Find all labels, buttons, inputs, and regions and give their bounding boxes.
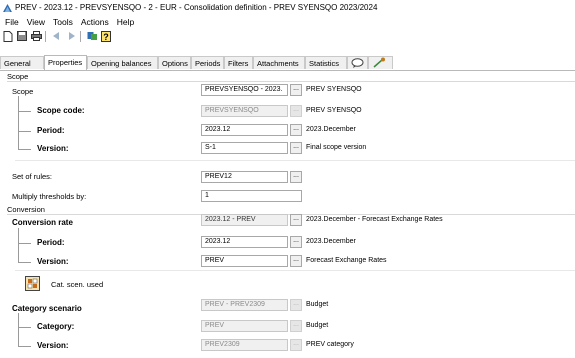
tab-properties[interactable]: Properties [44,55,87,70]
tab-opening-balances[interactable]: Opening balances [87,56,158,69]
tree-connector [18,111,31,112]
set-of-rules-field[interactable]: PREV12 [201,171,288,183]
tree-connector [18,243,31,244]
title-bar: PREV - 2023.12 - PREVSYENSQO - 2 - EUR -… [0,0,575,15]
scope-group-title: Scope [7,72,29,81]
scope-description: PREV SYENSQO [306,86,362,93]
toolbar-separator [80,30,81,42]
category-browse-button: ... [290,320,302,332]
toolbar: ? [0,29,112,43]
consolidation-icon[interactable] [86,30,98,42]
conversion-version-description: Forecast Exchange Rates [306,257,387,264]
category-version-description: PREV category [306,341,354,348]
app-icon [3,3,12,12]
category-version-field: PREV2309 [201,339,288,351]
back-arrow-icon[interactable] [51,30,63,42]
scope-version-label: Version: [37,144,69,153]
scope-version-description: Final scope version [306,144,367,151]
window-title: PREV - 2023.12 - PREVSYENSQO - 2 - EUR -… [15,3,378,12]
forward-arrow-icon[interactable] [65,30,77,42]
conversion-rate-field: 2023.12 - PREV [201,214,288,226]
category-version-label: Version: [37,341,69,350]
category-scenario-browse-button: ... [290,299,302,311]
scope-version-browse-button[interactable]: ... [290,142,302,154]
menu-bar: File View Tools Actions Help [0,15,137,29]
tab-filters[interactable]: Filters [224,56,253,69]
print-icon[interactable] [30,30,42,42]
menu-file[interactable]: File [5,17,19,27]
scope-period-browse-button[interactable]: ... [290,124,302,136]
tree-connector [18,131,31,132]
divider [7,81,575,82]
conversion-version-label: Version: [37,257,69,266]
conversion-period-description: 2023.December [306,238,356,245]
conversion-version-field[interactable]: PREV [201,255,288,267]
cat-scen-used-label: Cat. scen. used [51,280,104,289]
scope-code-field: PREVSYENSQO [201,105,288,117]
divider [15,270,575,271]
category-field: PREV [201,320,288,332]
conversion-version-browse-button[interactable]: ... [290,255,302,267]
tree-connector [18,262,31,263]
menu-view[interactable]: View [27,17,45,27]
category-scenario-icon[interactable] [25,276,40,291]
scope-code-description: PREV SYENSQO [306,107,362,114]
tree-connector [18,313,19,346]
set-of-rules-browse-button[interactable]: ... [290,171,302,183]
speech-bubble-icon [351,58,364,68]
help-icon[interactable]: ? [100,30,112,42]
tab-strip: General Properties Opening balances Opti… [0,55,575,71]
tab-periods[interactable]: Periods [191,56,224,69]
scope-period-field[interactable]: 2023.12 [201,124,288,136]
svg-text:?: ? [103,32,109,42]
conversion-period-field[interactable]: 2023.12 [201,236,288,248]
scope-label: Scope [12,87,34,96]
link-icon [373,57,385,68]
tab-options[interactable]: Options [158,56,191,69]
tab-attachments[interactable]: Attachments [253,56,305,69]
multiply-thresholds-field[interactable]: 1 [201,190,302,202]
scope-period-label: Period: [37,126,65,135]
multiply-thresholds-label: Multiply thresholds by: [12,192,87,201]
menu-actions[interactable]: Actions [81,17,109,27]
conversion-rate-label: Conversion rate [12,218,73,227]
category-scenario-field: PREV - PREV2309 [201,299,288,311]
tree-connector [18,149,31,150]
conversion-period-label: Period: [37,238,65,247]
tree-connector [18,346,31,347]
tab-comments[interactable] [347,56,368,69]
category-label: Category: [37,322,75,331]
category-description: Budget [306,322,329,329]
tab-general[interactable]: General [0,56,44,69]
tab-statistics[interactable]: Statistics [305,56,347,69]
conversion-group-title: Conversion [7,205,45,214]
set-of-rules-label: Set of rules: [12,172,53,181]
tree-connector [18,327,31,328]
divider [15,160,575,161]
scope-version-field[interactable]: S-1 [201,142,288,154]
scope-code-label: Scope code: [37,106,85,115]
menu-tools[interactable]: Tools [53,17,73,27]
save-icon[interactable] [16,30,28,42]
category-version-browse-button: ... [290,339,302,351]
toolbar-separator [45,30,46,42]
menu-help[interactable]: Help [117,17,134,27]
category-scenario-description: Budget [306,301,329,308]
conversion-rate-browse-button[interactable]: ... [290,214,302,226]
tree-connector [18,228,19,262]
new-document-icon[interactable] [2,30,14,42]
tab-links[interactable] [368,56,393,69]
scope-code-browse-button: ... [290,105,302,117]
scope-field[interactable]: PREVSYENSQO - 2023. [201,84,288,96]
scope-period-description: 2023.December [306,126,356,133]
conversion-period-browse-button[interactable]: ... [290,236,302,248]
category-scenario-label: Category scenario [12,304,82,313]
scope-browse-button[interactable]: ... [290,84,302,96]
tree-connector [18,96,19,149]
conversion-rate-description: 2023.December - Forecast Exchange Rates [306,216,443,223]
